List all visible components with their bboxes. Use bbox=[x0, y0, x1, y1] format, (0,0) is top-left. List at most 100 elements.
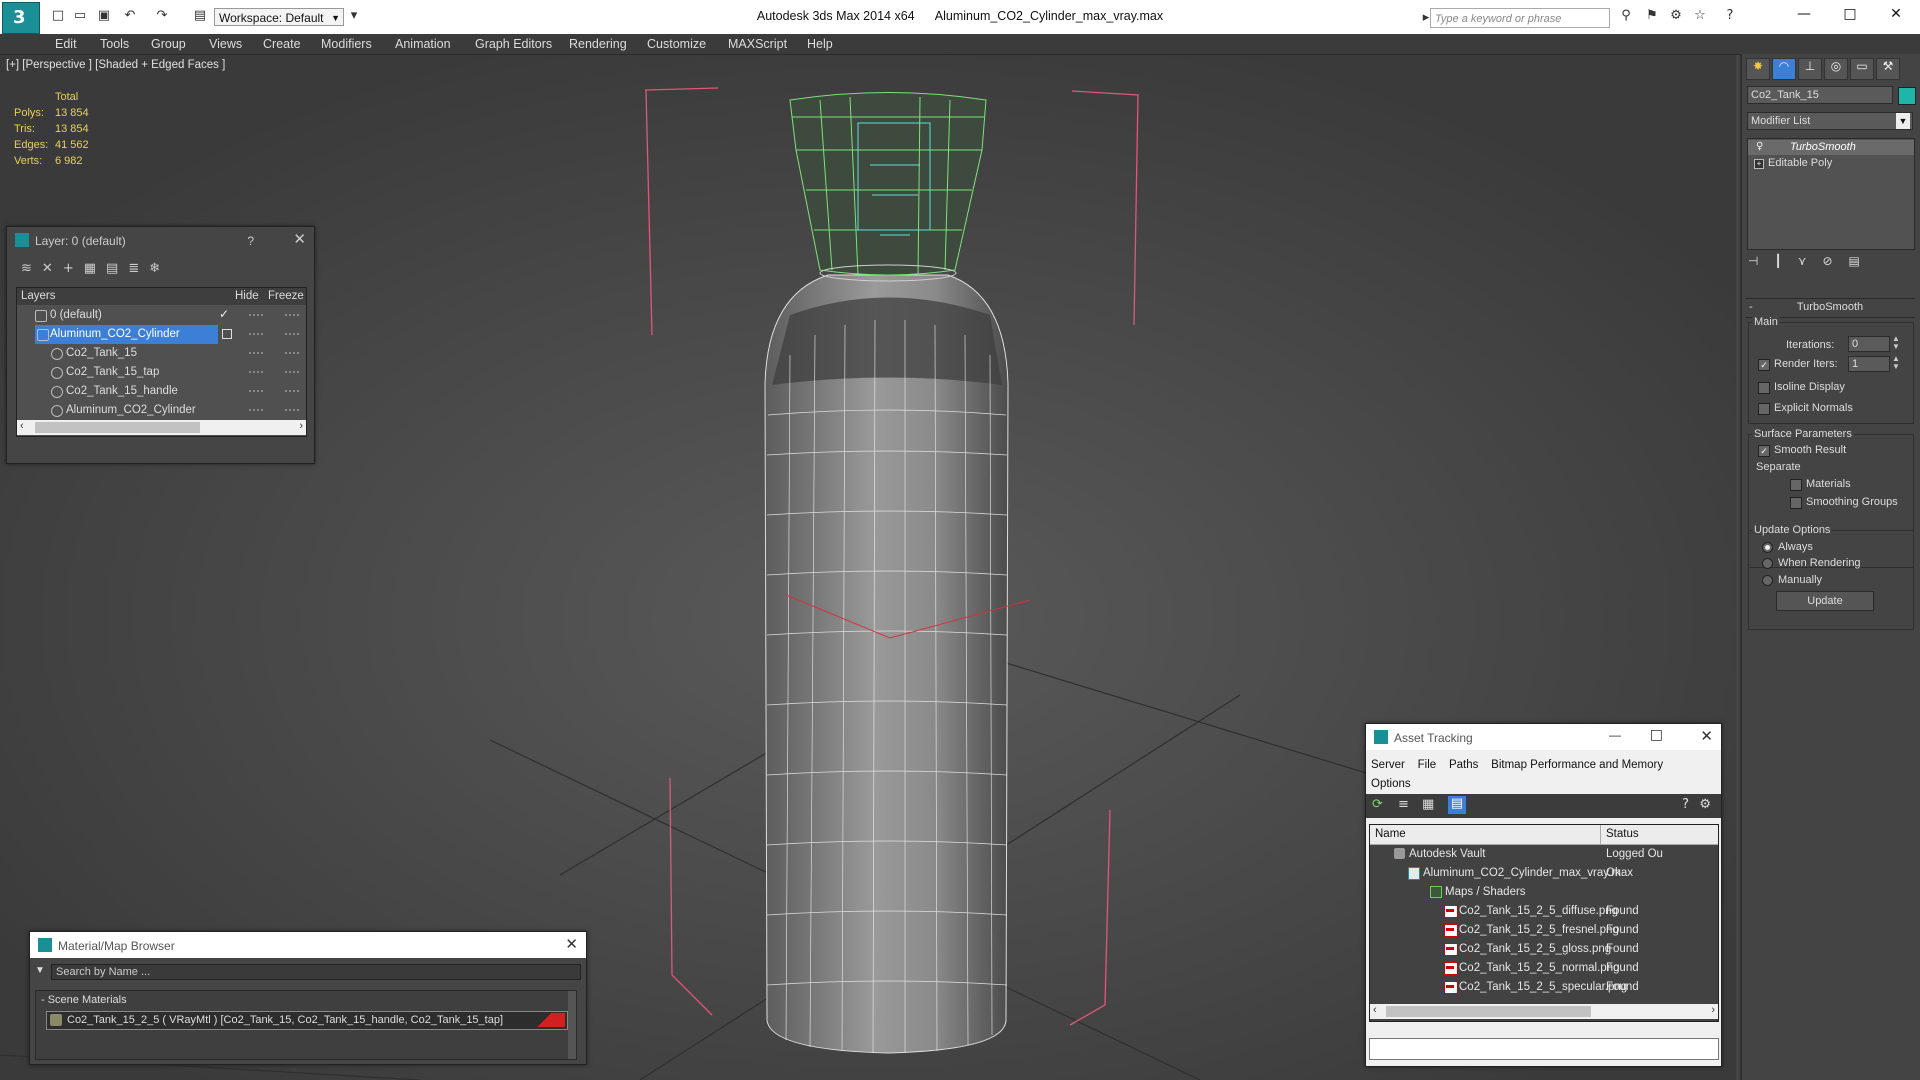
display-tab-icon[interactable]: ▭ bbox=[1850, 58, 1874, 80]
favorites-star-icon[interactable]: ☆ bbox=[1692, 8, 1708, 24]
scroll-left-icon[interactable]: ‹ bbox=[20, 420, 24, 432]
menu-rendering[interactable]: Rendering bbox=[569, 37, 627, 51]
asset-row[interactable]: Autodesk Vault Logged Ou bbox=[1370, 845, 1718, 864]
scene-materials-group[interactable]: - Scene Materials bbox=[41, 994, 127, 1006]
modifier-list-dropdown[interactable]: Modifier List ▼ bbox=[1747, 112, 1913, 130]
thumbnail-view-icon[interactable]: ▦ bbox=[1422, 797, 1434, 812]
object-color-swatch[interactable] bbox=[1898, 87, 1916, 105]
separate-materials-checkbox[interactable] bbox=[1790, 479, 1802, 491]
motion-tab-icon[interactable]: ◎ bbox=[1824, 58, 1848, 80]
help-icon[interactable]: ? bbox=[1722, 8, 1738, 24]
options-arrow-icon[interactable]: ▼ bbox=[35, 965, 45, 976]
asset-row[interactable]: Co2_Tank_15_2_5_gloss.png Found bbox=[1370, 940, 1718, 959]
menu-bitmap-performance[interactable]: Bitmap Performance and Memory bbox=[1491, 759, 1663, 771]
hierarchy-tab-icon[interactable]: ⊥ bbox=[1798, 58, 1822, 80]
layer-row[interactable]: Co2_Tank_15_tap bbox=[17, 363, 306, 382]
spinner-arrows-icon[interactable]: ▲ ▼ bbox=[1892, 355, 1900, 371]
freeze-toggle[interactable] bbox=[285, 371, 299, 373]
update-always-radio[interactable] bbox=[1762, 542, 1773, 553]
hide-toggle[interactable] bbox=[249, 352, 263, 354]
column-hide[interactable]: Hide bbox=[235, 290, 259, 302]
remove-modifier-icon[interactable]: ⊘ bbox=[1822, 254, 1848, 268]
column-layers[interactable]: Layers bbox=[21, 290, 56, 302]
select-in-layer-icon[interactable]: ▦ bbox=[84, 261, 106, 276]
scroll-left-icon[interactable]: ‹ bbox=[1373, 1004, 1377, 1016]
close-icon[interactable]: ✕ bbox=[293, 230, 306, 248]
close-icon[interactable]: ✕ bbox=[1700, 727, 1713, 745]
pin-stack-icon[interactable]: ⊣ bbox=[1748, 254, 1774, 268]
asset-row[interactable]: Co2_Tank_15_2_5_fresnel.png Found bbox=[1370, 921, 1718, 940]
asset-path-field[interactable] bbox=[1369, 1038, 1719, 1060]
iterations-spinner[interactable]: 0 bbox=[1848, 336, 1890, 352]
communication-icon[interactable]: ⚙ bbox=[1668, 8, 1684, 24]
asset-row[interactable]: Maps / Shaders bbox=[1370, 883, 1718, 902]
stack-item-turbosmooth[interactable]: ♀ TurboSmooth bbox=[1748, 140, 1914, 155]
menu-edit[interactable]: Edit bbox=[55, 37, 77, 51]
column-divider[interactable] bbox=[1600, 825, 1601, 844]
highlight-layer-icon[interactable]: ▤ bbox=[106, 261, 128, 276]
isoline-display-checkbox[interactable] bbox=[1758, 382, 1770, 394]
explicit-normals-checkbox[interactable] bbox=[1758, 403, 1770, 415]
freeze-toggle[interactable] bbox=[285, 352, 299, 354]
asset-row[interactable]: Aluminum_CO2_Cylinder_max_vray.max Ok bbox=[1370, 864, 1718, 883]
menu-options[interactable]: Options bbox=[1371, 778, 1411, 790]
object-name-input[interactable]: Co2_Tank_15 bbox=[1747, 86, 1893, 104]
layer-row[interactable]: Co2_Tank_15 bbox=[17, 344, 306, 363]
menu-server[interactable]: Server bbox=[1371, 759, 1405, 771]
utilities-tab-icon[interactable]: ⚒ bbox=[1876, 58, 1900, 80]
expand-icon[interactable]: + bbox=[1754, 159, 1764, 169]
scroll-thumb[interactable] bbox=[35, 422, 200, 433]
vertical-scrollbar[interactable] bbox=[568, 991, 576, 1059]
update-when-rendering-radio[interactable] bbox=[1762, 558, 1773, 569]
separate-smoothing-groups-checkbox[interactable] bbox=[1790, 497, 1802, 509]
freeze-all-layers-icon[interactable]: ❄ bbox=[149, 261, 170, 276]
delete-layer-icon[interactable]: ✕ bbox=[42, 261, 63, 276]
scroll-right-icon[interactable]: › bbox=[1711, 1004, 1715, 1016]
help-icon[interactable]: ? bbox=[247, 234, 254, 248]
maximize-icon[interactable]: □ bbox=[1830, 6, 1870, 26]
menu-maxscript[interactable]: MAXScript bbox=[728, 37, 787, 51]
current-layer-check-icon[interactable]: ✓ bbox=[219, 307, 229, 321]
menu-tools[interactable]: Tools bbox=[100, 37, 129, 51]
column-freeze[interactable]: Freeze bbox=[268, 290, 304, 302]
menu-file[interactable]: File bbox=[1418, 759, 1437, 771]
asset-row[interactable]: Co2_Tank_15_2_5_specular.png Found bbox=[1370, 978, 1718, 997]
help-icon[interactable]: ? bbox=[1682, 797, 1689, 812]
update-button[interactable]: Update bbox=[1776, 591, 1874, 611]
menu-paths[interactable]: Paths bbox=[1449, 759, 1478, 771]
binoculars-icon[interactable]: ⚲ bbox=[1618, 8, 1634, 24]
material-search-input[interactable]: Search by Name ... bbox=[51, 964, 581, 980]
scroll-thumb[interactable] bbox=[1386, 1006, 1591, 1017]
menu-modifiers[interactable]: Modifiers bbox=[321, 37, 372, 51]
layer-row[interactable]: 0 (default) ✓ bbox=[17, 306, 306, 325]
freeze-toggle[interactable] bbox=[285, 333, 299, 335]
subscription-icon[interactable]: ⚑ bbox=[1644, 8, 1660, 24]
asset-row[interactable]: Co2_Tank_15_2_5_normal.png Found bbox=[1370, 959, 1718, 978]
menu-customize[interactable]: Customize bbox=[647, 37, 706, 51]
menu-create[interactable]: Create bbox=[263, 37, 301, 51]
hide-toggle[interactable] bbox=[249, 390, 263, 392]
layer-row[interactable]: Aluminum_CO2_Cylinder bbox=[17, 325, 306, 344]
horizontal-scrollbar[interactable]: ‹ › bbox=[1370, 1004, 1718, 1019]
horizontal-scrollbar[interactable]: ‹ › bbox=[17, 420, 306, 435]
viewport-label[interactable]: [+] [Perspective ] [Shaded + Edged Faces… bbox=[6, 59, 225, 71]
layer-row[interactable]: Co2_Tank_15_handle bbox=[17, 382, 306, 401]
selection-box-icon[interactable] bbox=[222, 329, 232, 339]
make-unique-icon[interactable]: ⋎ bbox=[1798, 254, 1823, 268]
show-end-result-icon[interactable]: ┃ bbox=[1774, 254, 1797, 268]
menu-animation[interactable]: Animation bbox=[395, 37, 451, 51]
refresh-icon[interactable]: ⟳ bbox=[1372, 797, 1383, 812]
create-tab-icon[interactable]: ✸ bbox=[1746, 58, 1770, 80]
hide-toggle[interactable] bbox=[249, 333, 263, 335]
settings-icon[interactable]: ⚙ bbox=[1699, 797, 1711, 812]
scroll-right-icon[interactable]: › bbox=[299, 420, 303, 432]
table-view-icon[interactable]: ▤ bbox=[1448, 796, 1466, 814]
freeze-toggle[interactable] bbox=[285, 314, 299, 316]
turbosmooth-rollout-header[interactable]: - TurboSmooth bbox=[1745, 298, 1915, 318]
column-status[interactable]: Status bbox=[1606, 828, 1639, 840]
render-iters-checkbox[interactable]: ✓ bbox=[1758, 359, 1770, 371]
menu-views[interactable]: Views bbox=[209, 37, 242, 51]
spinner-arrows-icon[interactable]: ▲ ▼ bbox=[1892, 335, 1900, 351]
asset-tracking-titlebar[interactable]: Asset Tracking — □ ✕ bbox=[1366, 724, 1721, 750]
smooth-result-checkbox[interactable]: ✓ bbox=[1758, 445, 1770, 457]
